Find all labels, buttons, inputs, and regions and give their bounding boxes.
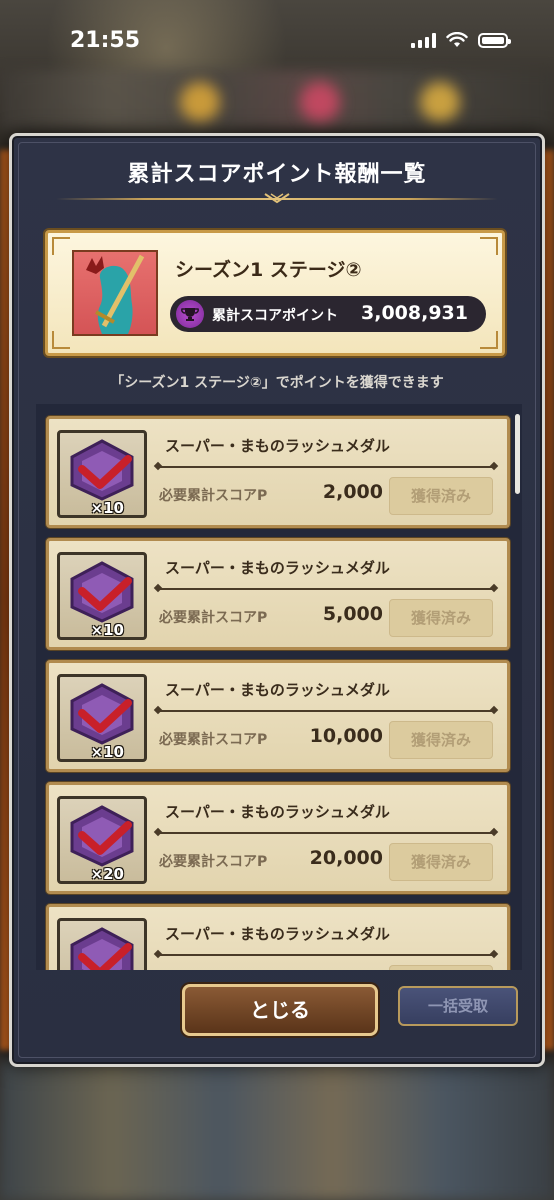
required-score-label: 必要累計スコアP [159,732,268,748]
claimed-button[interactable]: 獲得済み [389,721,493,759]
required-score-value: 20,000 [309,847,383,869]
reward-row: ×10 スーパー・まものラッシュメダル 必要累計スコアP 5,000 獲得済み [46,538,510,650]
required-score-label: 必要累計スコアP [159,610,268,626]
status-time: 21:55 [70,28,141,53]
background-orb [300,82,340,122]
reward-quantity: ×10 [90,499,124,517]
monster-sword-icon [86,254,145,334]
background-orb [420,82,460,122]
medal-icon [70,561,134,623]
medal-icon [70,683,134,745]
required-score-value: 5,000 [322,603,383,625]
cumulative-score-pill: 累計スコアポイント 3,008,931 [170,296,486,332]
close-button[interactable]: とじる [182,984,378,1036]
reward-item-frame: ×10 [57,552,147,640]
status-bar: 21:55 [0,0,554,80]
modal-title: 累計スコアポイント報酬一覧 [127,162,427,187]
reward-item-frame: ×10 [57,674,147,762]
reward-item-frame [57,918,147,970]
list-scrollbar[interactable] [515,414,520,494]
reward-quantity: ×20 [90,865,124,883]
medal-icon [70,805,134,867]
score-label: 累計スコアポイント [212,308,338,324]
cellular-signal-icon [411,32,436,48]
reward-list[interactable]: ×10 スーパー・まものラッシュメダル 必要累計スコアP 2,000 獲得済み … [36,404,522,970]
battery-icon [478,33,511,48]
reward-quantity: ×10 [90,743,124,761]
title-ornament-icon [264,193,290,204]
reward-row: ×20 スーパー・まものラッシュメダル 必要累計スコアP 20,000 獲得済み [46,782,510,894]
claimed-button[interactable]: 獲得済み [389,477,493,515]
reward-row: ×10 スーパー・まものラッシュメダル 必要累計スコアP 2,000 獲得済み [46,416,510,528]
reward-list-modal: 累計スコアポイント報酬一覧 シーズン1 ステージ② 累計スコアポイント 3,00… [9,133,545,1067]
reward-name: スーパー・まものラッシュメダル [165,437,390,455]
season-card: シーズン1 ステージ② 累計スコアポイント 3,008,931 [45,230,505,356]
reward-name: スーパー・まものラッシュメダル [165,803,390,821]
trophy-icon [176,300,204,328]
required-score-value: 2,000 [322,481,383,503]
required-score-value: 10,000 [309,725,383,747]
required-score-label: 必要累計スコアP [159,488,268,504]
score-value: 3,008,931 [361,302,468,324]
hint-text: 「シーズン1 ステージ②」でポイントを獲得できます [110,375,444,391]
reward-item-frame: ×20 [57,796,147,884]
reward-name: スーパー・まものラッシュメダル [165,925,390,943]
reward-name: スーパー・まものラッシュメダル [165,681,390,699]
reward-row: スーパー・まものラッシュメダル [46,904,510,970]
reward-name: スーパー・まものラッシュメダル [165,559,390,577]
reward-quantity: ×10 [90,621,124,639]
season-thumbnail [72,250,158,336]
reward-divider [157,588,495,590]
reward-item-frame: ×10 [57,430,147,518]
reward-divider [157,710,495,712]
claimed-button[interactable]: 獲得済み [389,843,493,881]
required-score-label: 必要累計スコアP [159,854,268,870]
background-bottom-bar [0,1060,554,1200]
medal-icon [70,439,134,501]
reward-row: ×10 スーパー・まものラッシュメダル 必要累計スコアP 10,000 獲得済み [46,660,510,772]
medal-icon [70,927,134,970]
reward-divider [157,466,495,468]
status-icons [411,32,511,48]
claimed-button[interactable] [389,965,493,970]
bulk-claim-button[interactable]: 一括受取 [398,986,518,1026]
claimed-button[interactable]: 獲得済み [389,599,493,637]
reward-divider [157,954,495,956]
season-name: シーズン1 ステージ② [175,259,362,281]
reward-divider [157,832,495,834]
background-orb [180,82,220,122]
wifi-icon [446,32,468,47]
